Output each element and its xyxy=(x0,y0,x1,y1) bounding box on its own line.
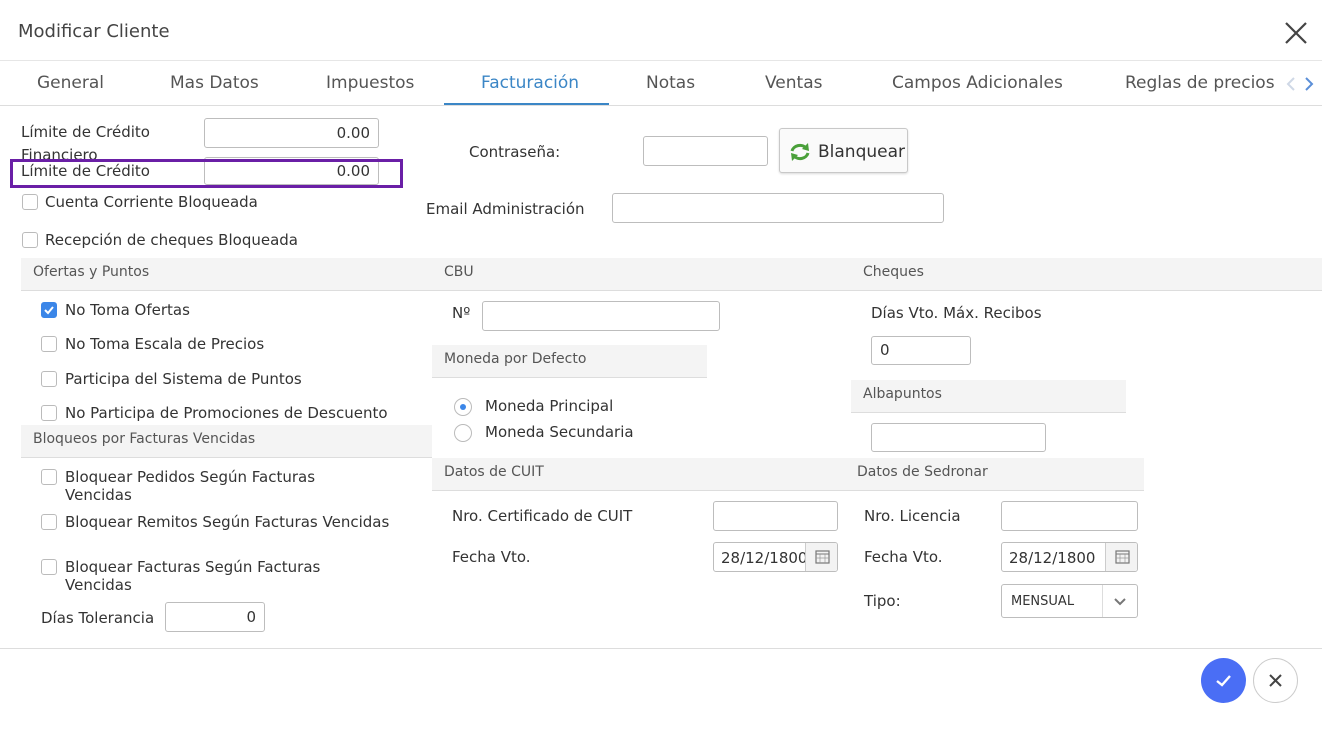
tab-notas[interactable]: Notas xyxy=(646,73,695,93)
tab-mas-datos[interactable]: Mas Datos xyxy=(170,73,259,93)
tab-campos-adicionales[interactable]: Campos Adicionales xyxy=(892,73,1063,93)
bloqueos-header: Bloqueos por Facturas Vencidas xyxy=(21,425,432,458)
check-icon xyxy=(44,306,54,315)
tab-impuestos[interactable]: Impuestos xyxy=(326,73,414,93)
no-toma-escala-checkbox[interactable] xyxy=(41,336,57,352)
accept-button[interactable] xyxy=(1201,658,1246,703)
cbu-nro-input[interactable] xyxy=(482,301,720,331)
no-participa-promociones-label: No Participa de Promociones de Descuento xyxy=(65,404,388,422)
sedronar-licencia-label: Nro. Licencia xyxy=(864,507,961,525)
bloquear-facturas-checkbox[interactable] xyxy=(41,559,57,575)
select-divider xyxy=(1102,585,1103,617)
sedronar-fecha-input[interactable]: 28/12/1800 xyxy=(1001,542,1138,572)
participa-puntos-label: Participa del Sistema de Puntos xyxy=(65,370,302,388)
cuenta-bloqueada-label: Cuenta Corriente Bloqueada xyxy=(45,193,258,211)
tab-facturacion[interactable]: Facturación xyxy=(481,73,579,93)
sedronar-calendar-button[interactable] xyxy=(1105,543,1137,571)
check-icon xyxy=(1216,675,1231,687)
cuenta-bloqueada-checkbox[interactable] xyxy=(22,194,38,210)
password-label: Contraseña: xyxy=(469,143,561,161)
cancel-button[interactable] xyxy=(1253,658,1298,703)
ofertas-header: Ofertas y Puntos xyxy=(21,258,432,291)
sedronar-tipo-value: MENSUAL xyxy=(1011,594,1075,609)
cuit-fecha-label: Fecha Vto. xyxy=(452,548,531,566)
albapuntos-input[interactable] xyxy=(871,423,1046,452)
tab-ventas[interactable]: Ventas xyxy=(765,73,822,93)
cuit-fecha-value: 28/12/1800 xyxy=(721,549,808,567)
dias-vto-label: Días Vto. Máx. Recibos xyxy=(871,304,1042,322)
sedronar-tipo-label: Tipo: xyxy=(864,592,901,610)
cuit-fecha-input[interactable]: 28/12/1800 xyxy=(713,542,838,572)
tab-reglas-de-precios[interactable]: Reglas de precios xyxy=(1125,73,1275,93)
sedronar-fecha-label: Fecha Vto. xyxy=(864,548,943,566)
no-toma-ofertas-label: No Toma Ofertas xyxy=(65,301,190,319)
sedronar-tipo-select[interactable]: MENSUAL xyxy=(1001,584,1138,618)
moneda-principal-label: Moneda Principal xyxy=(485,397,614,415)
close-icon xyxy=(1269,674,1282,687)
no-toma-escala-label: No Toma Escala de Precios xyxy=(65,335,265,353)
footer-divider xyxy=(0,648,1322,649)
bloquear-pedidos-label: Bloquear Pedidos Según Facturas Vencidas xyxy=(65,468,316,504)
moneda-secundaria-radio[interactable] xyxy=(454,424,472,442)
bloquear-remitos-label: Bloquear Remitos Según Facturas Vencidas xyxy=(65,513,390,531)
close-icon[interactable] xyxy=(1283,20,1309,46)
email-admin-label: Email Administración xyxy=(426,200,585,218)
bloquear-remitos-checkbox[interactable] xyxy=(41,514,57,530)
moneda-secundaria-label: Moneda Secundaria xyxy=(485,423,634,441)
dialog-title: Modificar Cliente xyxy=(18,21,170,42)
moneda-header: Moneda por Defecto xyxy=(432,345,707,378)
cbu-header: CBU xyxy=(432,258,851,291)
no-toma-ofertas-checkbox[interactable] xyxy=(41,302,57,318)
sedronar-fecha-value: 28/12/1800 xyxy=(1009,549,1096,567)
calendar-icon xyxy=(1115,550,1130,564)
cheques-bloqueada-checkbox[interactable] xyxy=(22,232,38,248)
bloquear-facturas-label: Bloquear Facturas Según Facturas Vencida… xyxy=(65,558,321,594)
albapuntos-header: Albapuntos xyxy=(851,380,1126,413)
no-participa-promociones-checkbox[interactable] xyxy=(41,405,57,421)
cuit-calendar-button[interactable] xyxy=(805,543,837,571)
blanquear-button[interactable]: Blanquear xyxy=(779,128,908,173)
cuit-cert-input[interactable] xyxy=(713,501,838,531)
dias-tolerancia-input[interactable]: 0 xyxy=(165,602,265,632)
cuit-cert-label: Nro. Certificado de CUIT xyxy=(452,507,633,525)
participa-puntos-checkbox[interactable] xyxy=(41,371,57,387)
tabs-divider xyxy=(0,105,1322,106)
chevron-right-icon[interactable] xyxy=(1303,76,1315,92)
moneda-principal-radio[interactable] xyxy=(454,398,472,416)
chevron-down-icon xyxy=(1114,598,1126,606)
sedronar-licencia-input[interactable] xyxy=(1001,501,1138,531)
calendar-icon xyxy=(815,550,830,564)
tab-general[interactable]: General xyxy=(37,73,104,93)
cbu-nro-label: Nº xyxy=(452,304,471,322)
chevron-left-icon[interactable] xyxy=(1285,76,1297,92)
selection-highlight xyxy=(10,159,403,188)
header-divider xyxy=(0,60,1322,61)
limite-financiero-input[interactable]: 0.00 xyxy=(204,118,379,148)
cuit-header: Datos de CUIT xyxy=(432,458,851,491)
cheques-header: Cheques xyxy=(851,258,1322,291)
dias-vto-input[interactable]: 0 xyxy=(871,336,971,365)
sedronar-header: Datos de Sedronar xyxy=(845,458,1144,491)
blanquear-label: Blanquear xyxy=(818,142,906,162)
cheques-bloqueada-label: Recepción de cheques Bloqueada xyxy=(45,231,298,249)
refresh-icon xyxy=(790,143,810,161)
dias-tolerancia-label: Días Tolerancia xyxy=(41,609,155,627)
bloquear-pedidos-checkbox[interactable] xyxy=(41,469,57,485)
email-admin-input[interactable] xyxy=(612,193,944,223)
password-input[interactable] xyxy=(643,136,768,166)
